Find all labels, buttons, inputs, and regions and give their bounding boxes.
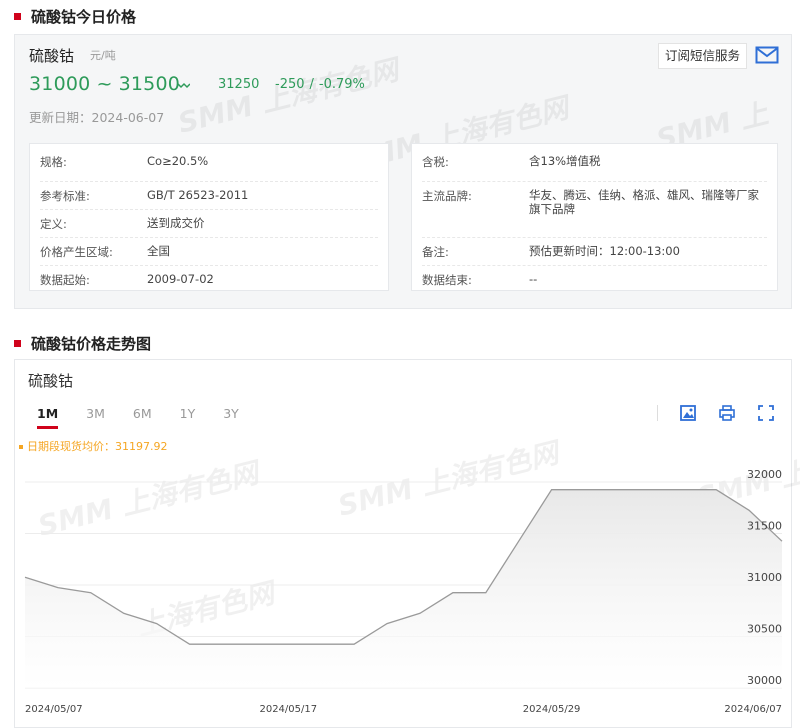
price-unit: 元/吨 — [90, 49, 116, 62]
chart-card: 硫酸钴 1M 3M 6M 1Y 3Y 日期段现货均价：31197.92 SMM … — [14, 359, 800, 728]
product-name: 硫酸钴 — [29, 47, 75, 65]
range-separator: ~ — [96, 73, 113, 95]
spec-info-right: 含税: 含13%增值税 主流品牌: 华友、腾远、佳纳、格派、雄风、瑞隆等厂家旗下品牌… — [411, 143, 778, 291]
section-title: 硫酸钴价格走势图 — [31, 335, 152, 353]
red-square-icon — [14, 340, 21, 347]
y-tick-label: 31000 — [747, 571, 782, 584]
info-row: 含税: 含13%增值税 — [422, 154, 767, 182]
info-row: 参考标准: GB/T 26523-2011 — [40, 182, 378, 210]
update-date-value: 2024-06-07 — [91, 110, 165, 125]
y-tick-label: 32000 — [747, 468, 782, 481]
price-card: SMM 上海有色网 SMM 上海有色网 SMM 上 硫酸钴 元/吨 订阅短信服务… — [14, 34, 792, 309]
average-price: 31250 — [218, 77, 260, 92]
section-header-price-trend: 硫酸钴价格走势图 — [14, 333, 151, 354]
subscribe-sms-button[interactable]: 订阅短信服务 — [657, 43, 747, 69]
x-tick-label: 2024/05/07 — [25, 704, 83, 715]
mail-icon[interactable] — [755, 45, 779, 65]
info-row: 规格: Co≥20.5% — [40, 154, 378, 182]
red-square-icon — [14, 13, 21, 20]
watermark: SMM 上海有色网 — [174, 53, 402, 140]
price-change: -250/-0.79% — [275, 77, 365, 92]
info-row: 价格产生区域: 全国 — [40, 238, 378, 266]
change-value: -250 — [275, 77, 305, 92]
x-tick-label: 2024/05/17 — [259, 704, 317, 715]
x-axis-ticks: 2024/05/07 2024/05/17 2024/05/29 2024/06/07 — [25, 704, 782, 715]
update-date: 更新日期：2024-06-07 — [29, 107, 164, 126]
y-tick-label: 30500 — [747, 623, 782, 636]
update-label: 更新日期： — [29, 110, 92, 125]
spec-info-left: 规格: Co≥20.5% 参考标准: GB/T 26523-2011 定义: 送到成交… — [29, 143, 389, 291]
change-percent: -0.79% — [318, 77, 365, 92]
price-trend-chart: 3000030500310003150032000 2024/05/07 2024… — [24, 468, 783, 715]
info-row: 数据结束: -- — [422, 272, 538, 287]
x-tick-label: 2024/06/07 — [724, 704, 782, 715]
info-row: 定义: 送到成交价 — [40, 210, 378, 238]
y-tick-label: 30000 — [747, 674, 782, 687]
down-trend-icon — [178, 82, 190, 89]
section-title: 硫酸钴今日价格 — [31, 8, 137, 26]
info-row: 备注: 预估更新时间：12:00-13:00 — [422, 238, 767, 266]
info-row: 主流品牌: 华友、腾远、佳纳、格派、雄风、瑞隆等厂家旗下品牌 — [422, 182, 767, 238]
price-high: 31500 — [118, 73, 181, 95]
section-header-today-price: 硫酸钴今日价格 — [14, 6, 136, 27]
info-row: 数据起始: 2009-07-02 — [40, 272, 214, 287]
y-tick-label: 31500 — [747, 520, 782, 533]
price-range: 31000 ~31500 — [29, 73, 180, 95]
x-tick-label: 2024/05/29 — [523, 704, 581, 715]
price-low: 31000 — [29, 73, 91, 95]
price-area — [25, 489, 782, 688]
